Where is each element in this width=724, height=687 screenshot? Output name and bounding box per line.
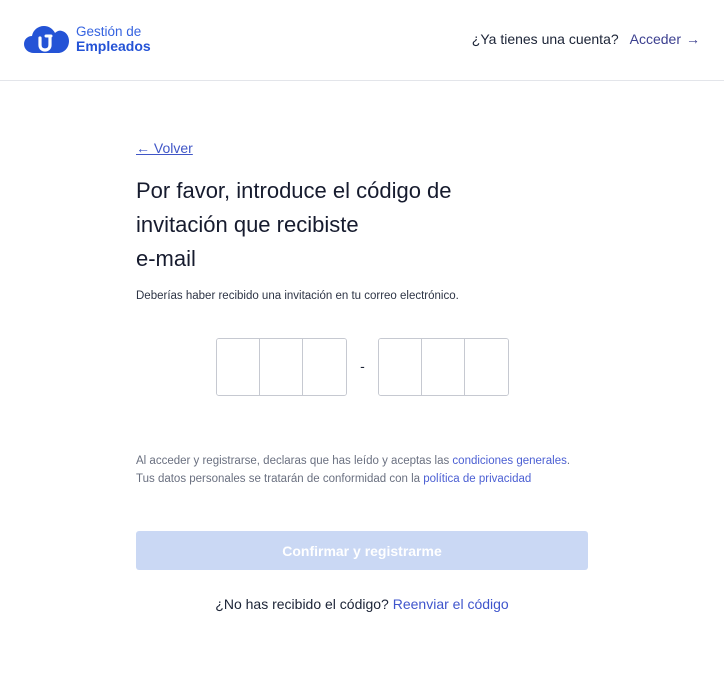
top-header: Gestión de Empleados ¿Ya tienes una cuen… (0, 0, 724, 81)
logo-line2: Empleados (76, 38, 151, 54)
confirm-register-button[interactable]: Confirmar y registrarme (136, 531, 588, 570)
code-digit-5[interactable] (422, 339, 465, 395)
page-subtitle: Deberías haber recibido una invitación e… (136, 290, 459, 302)
header-account-area: ¿Ya tienes una cuenta? Acceder → (472, 31, 700, 47)
code-group-second (378, 338, 509, 396)
invitation-code-input: - (216, 338, 509, 396)
title-line-3: e-mail (136, 246, 196, 271)
terms-link[interactable]: condiciones generales (452, 455, 566, 467)
cloud-logo-icon (24, 26, 69, 53)
code-separator: - (360, 358, 365, 374)
arrow-right-icon: → (686, 31, 700, 47)
privacy-policy-link[interactable]: política de privacidad (423, 473, 531, 485)
logo[interactable]: Gestión de Empleados (24, 24, 151, 54)
login-label: Acceder (629, 31, 681, 47)
resend-code-row: ¿No has recibido el código? Reenviar el … (0, 596, 724, 612)
resend-code-link[interactable]: Reenviar el código (393, 596, 509, 612)
logo-text: Gestión de Empleados (76, 24, 151, 54)
back-link[interactable]: ← Volver (136, 140, 193, 156)
code-digit-2[interactable] (260, 339, 303, 395)
code-group-first (216, 338, 347, 396)
code-digit-6[interactable] (465, 339, 508, 395)
account-question: ¿Ya tienes una cuenta? (471, 31, 619, 47)
resend-question: ¿No has recibido el código? (215, 596, 389, 612)
legal-text-1: Al acceder y registrarse, declaras que h… (136, 455, 453, 467)
login-link[interactable]: Acceder → (630, 31, 700, 47)
title-line-2: invitación que recibiste (136, 212, 359, 237)
legal-notice: Al acceder y registrarse, declaras que h… (136, 452, 588, 488)
code-digit-1[interactable] (217, 339, 260, 395)
page-title: Por favor, introduce el código de invita… (136, 174, 556, 276)
code-digit-4[interactable] (379, 339, 422, 395)
code-digit-3[interactable] (303, 339, 346, 395)
title-line-1: Por favor, introduce el código de (136, 178, 452, 203)
logo-line1: Gestión de (76, 24, 142, 39)
